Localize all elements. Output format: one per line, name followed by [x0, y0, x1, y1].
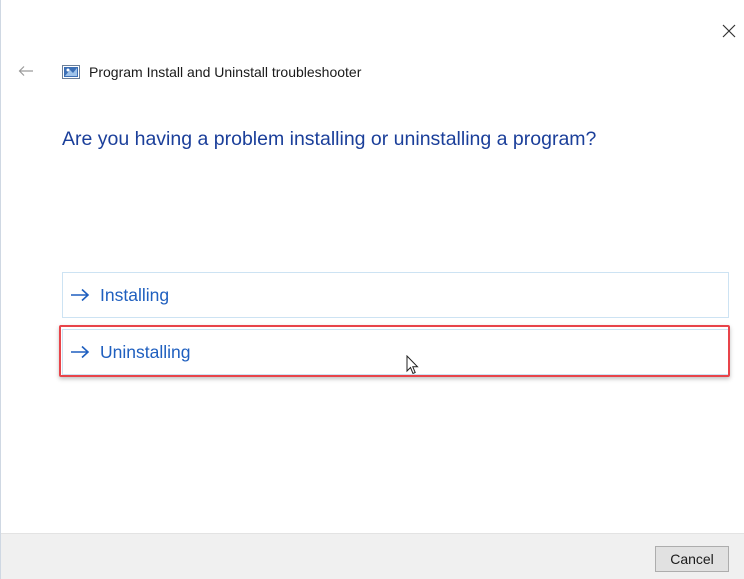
installing-option[interactable]: Installing	[62, 272, 729, 318]
title-row: Program Install and Uninstall troublesho…	[62, 62, 361, 82]
troubleshooter-icon	[62, 65, 80, 79]
footer-bar: Cancel	[1, 533, 744, 579]
troubleshooter-window: Program Install and Uninstall troublesho…	[0, 0, 744, 579]
close-icon	[722, 24, 736, 38]
uninstalling-label: Uninstalling	[100, 341, 191, 362]
close-button[interactable]	[714, 18, 744, 44]
window-title: Program Install and Uninstall troublesho…	[89, 64, 362, 80]
installing-label: Installing	[100, 284, 170, 305]
page-heading: Are you having a problem installing or u…	[62, 128, 597, 150]
uninstalling-option[interactable]: Uninstalling	[62, 329, 729, 375]
back-button[interactable]	[15, 60, 37, 82]
right-arrow-icon	[70, 287, 90, 303]
right-arrow-icon	[70, 344, 90, 360]
cancel-button[interactable]: Cancel	[655, 546, 729, 572]
back-arrow-icon	[18, 66, 33, 76]
mouse-pointer-icon	[406, 355, 419, 375]
